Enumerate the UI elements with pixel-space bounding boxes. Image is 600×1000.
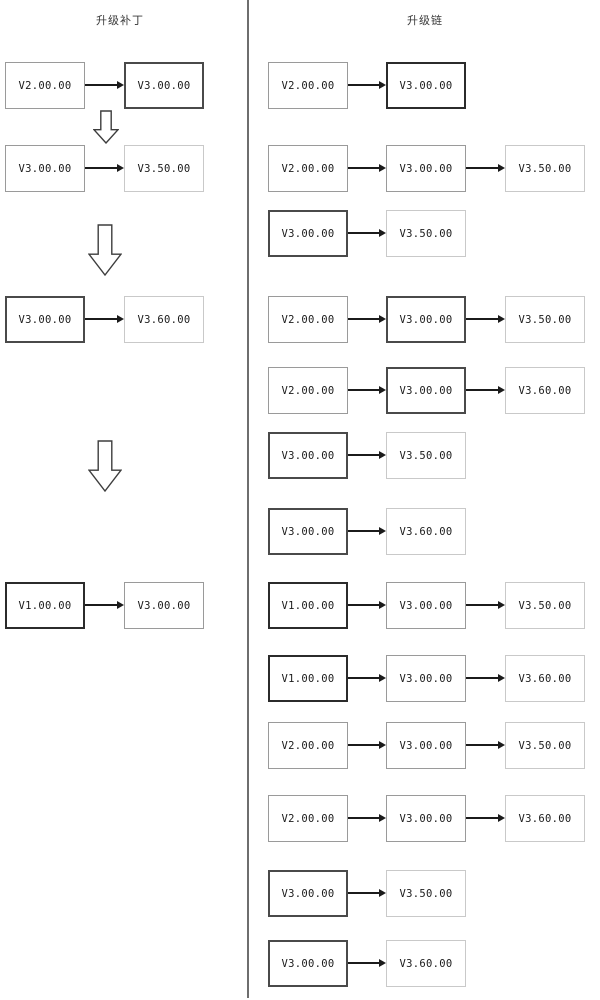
upgrade-arrow-icon: [348, 741, 386, 750]
version-node: V3.00.00: [268, 432, 348, 479]
version-node: V3.00.00: [386, 655, 466, 702]
version-node: V2.00.00: [268, 795, 348, 842]
version-node: V3.00.00: [5, 145, 85, 192]
version-node: V3.50.00: [505, 296, 585, 343]
upgrade-arrow-icon: [348, 315, 386, 324]
step-down-arrow-icon: [93, 110, 119, 144]
upgrade-arrow-icon: [348, 164, 386, 173]
version-node: V2.00.00: [268, 367, 348, 414]
version-node: V3.50.00: [505, 145, 585, 192]
version-node: V3.50.00: [124, 145, 204, 192]
version-node: V3.00.00: [386, 367, 466, 414]
upgrade-arrow-icon: [85, 164, 124, 173]
upgrade-arrow-icon: [466, 164, 505, 173]
version-node: V2.00.00: [268, 62, 348, 109]
version-node: V2.00.00: [268, 296, 348, 343]
version-node: V1.00.00: [268, 655, 348, 702]
upgrade-arrow-icon: [466, 601, 505, 610]
version-node: V3.50.00: [386, 432, 466, 479]
version-node: V3.00.00: [386, 582, 466, 629]
upgrade-arrow-icon: [85, 81, 124, 90]
upgrade-arrow-icon: [466, 674, 505, 683]
upgrade-arrow-icon: [466, 741, 505, 750]
version-node: V3.60.00: [386, 508, 466, 555]
version-node: V3.60.00: [505, 655, 585, 702]
left-column-title: 升级补丁: [96, 14, 144, 27]
upgrade-arrow-icon: [348, 889, 386, 898]
version-node: V2.00.00: [268, 145, 348, 192]
upgrade-arrow-icon: [348, 601, 386, 610]
upgrade-arrow-icon: [348, 674, 386, 683]
diagram-canvas: 升级补丁 升级链 V2.00.00 V3.00.00 V3.00.00 V3.50.0…: [0, 0, 600, 1000]
upgrade-arrow-icon: [348, 386, 386, 395]
upgrade-arrow-icon: [466, 814, 505, 823]
version-node: V3.00.00: [268, 870, 348, 917]
version-node: V2.00.00: [268, 722, 348, 769]
upgrade-arrow-icon: [466, 386, 505, 395]
version-node: V3.00.00: [386, 722, 466, 769]
version-node: V3.00.00: [386, 145, 466, 192]
upgrade-arrow-icon: [466, 315, 505, 324]
upgrade-arrow-icon: [348, 527, 386, 536]
version-node: V1.00.00: [5, 582, 85, 629]
upgrade-arrow-icon: [85, 315, 124, 324]
version-node: V3.00.00: [386, 62, 466, 109]
upgrade-arrow-icon: [348, 81, 386, 90]
upgrade-arrow-icon: [85, 601, 124, 610]
version-node: V3.00.00: [268, 940, 348, 987]
step-down-arrow-icon: [88, 224, 122, 276]
version-node: V3.00.00: [5, 296, 85, 343]
version-node: V3.50.00: [386, 870, 466, 917]
version-node: V3.50.00: [505, 582, 585, 629]
version-node: V1.00.00: [268, 582, 348, 629]
upgrade-arrow-icon: [348, 959, 386, 968]
upgrade-arrow-icon: [348, 451, 386, 460]
version-node: V3.00.00: [386, 795, 466, 842]
version-node: V3.00.00: [268, 210, 348, 257]
upgrade-arrow-icon: [348, 814, 386, 823]
version-node: V3.60.00: [505, 367, 585, 414]
version-node: V3.60.00: [505, 795, 585, 842]
version-node: V3.00.00: [124, 582, 204, 629]
step-down-arrow-icon: [88, 440, 122, 492]
version-node: V3.00.00: [124, 62, 204, 109]
version-node: V3.50.00: [386, 210, 466, 257]
version-node: V3.00.00: [386, 296, 466, 343]
version-node: V3.60.00: [386, 940, 466, 987]
upgrade-arrow-icon: [348, 229, 386, 238]
version-node: V2.00.00: [5, 62, 85, 109]
version-node: V3.50.00: [505, 722, 585, 769]
right-column-title: 升级链: [407, 14, 443, 27]
column-divider: [247, 0, 249, 998]
version-node: V3.00.00: [268, 508, 348, 555]
version-node: V3.60.00: [124, 296, 204, 343]
